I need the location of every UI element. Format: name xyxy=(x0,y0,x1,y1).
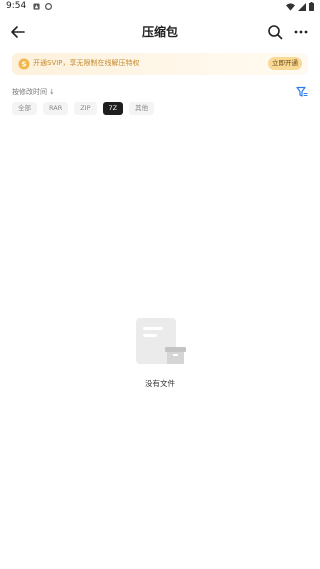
filter-chip-zip[interactable]: ZIP xyxy=(74,102,97,115)
filter-chip-all[interactable]: 全部 xyxy=(12,102,37,115)
svg-text:S: S xyxy=(21,61,26,69)
signal-icon xyxy=(298,2,306,11)
filter-icon[interactable] xyxy=(296,86,308,98)
notification-icon xyxy=(33,3,40,10)
status-time: 9:54 xyxy=(6,1,27,11)
activate-now-button[interactable]: 立即开通 xyxy=(268,57,302,70)
search-icon[interactable] xyxy=(266,23,284,41)
empty-folder-illustration-icon xyxy=(136,318,186,364)
svip-promo-banner[interactable]: S 开通SVIP，享无限制在线解压特权 立即开通 xyxy=(12,53,308,75)
sort-direction-icon: ↓ xyxy=(49,88,55,96)
filter-chip-rar[interactable]: RAR xyxy=(43,102,69,115)
sort-label: 按修改时间 xyxy=(12,88,47,96)
app-header: 压缩包 xyxy=(0,16,320,48)
svip-coin-icon: S xyxy=(18,58,30,70)
sync-icon xyxy=(45,3,52,10)
empty-state-text: 没有文件 xyxy=(145,379,175,388)
wifi-icon xyxy=(286,2,295,11)
filter-chip-other[interactable]: 其他 xyxy=(129,102,155,115)
more-options-icon[interactable] xyxy=(292,23,310,41)
filter-chip-7z[interactable]: 7Z xyxy=(102,102,124,115)
sort-selector[interactable]: 按修改时间 ↓ xyxy=(12,87,55,97)
battery-icon xyxy=(309,2,314,11)
file-type-filters: 全部 RAR ZIP 7Z 其他 xyxy=(12,102,155,115)
status-bar: 9:54 xyxy=(0,0,320,14)
promo-text: 开通SVIP，享无限制在线解压特权 xyxy=(33,59,140,67)
